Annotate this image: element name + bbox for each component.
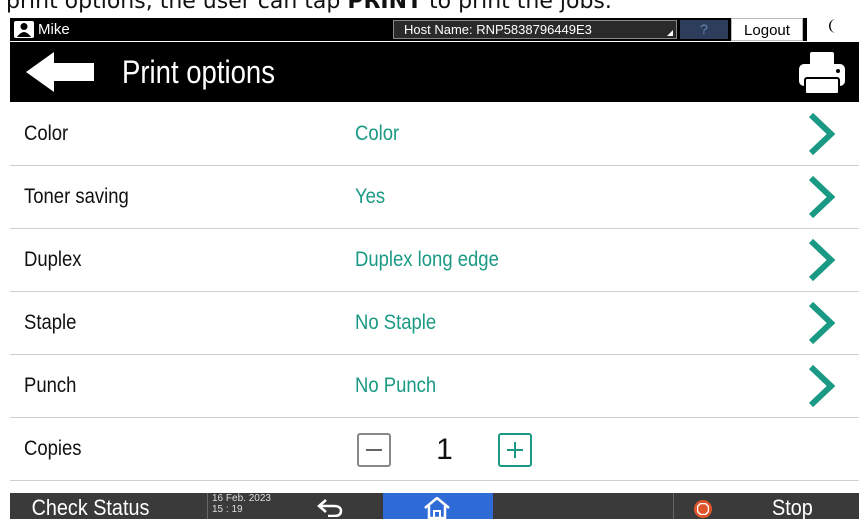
top-bar: Mike Host Name: RNP5838796449E3 ? Logout xyxy=(10,18,859,41)
chevron-right-icon[interactable] xyxy=(806,238,838,282)
host-name-label: Host Name: RNP5838796449E3 xyxy=(404,22,592,37)
user-name: Mike xyxy=(38,21,70,38)
stop-button[interactable]: Stop xyxy=(673,493,859,520)
decrement-button[interactable] xyxy=(357,433,391,467)
page-header: Print options xyxy=(10,42,859,102)
chevron-right-icon[interactable] xyxy=(806,301,838,345)
page-title: Print options xyxy=(122,54,275,90)
chevron-right-icon[interactable] xyxy=(806,364,838,408)
host-name-field[interactable]: Host Name: RNP5838796449E3 xyxy=(393,20,677,39)
copies-label: Copies xyxy=(24,437,82,460)
resize-corner-icon xyxy=(667,30,673,36)
option-value: No Staple xyxy=(355,311,437,334)
option-label: Duplex xyxy=(24,248,82,271)
stop-icon xyxy=(694,500,712,518)
chevron-right-icon[interactable] xyxy=(806,112,838,156)
option-row-punch[interactable]: Punch No Punch xyxy=(10,355,859,418)
back-arrow-icon[interactable] xyxy=(24,50,96,94)
option-row-copies: Copies 1 xyxy=(10,418,859,481)
home-button[interactable] xyxy=(383,493,493,519)
option-label: Staple xyxy=(24,311,77,334)
option-value: Duplex long edge xyxy=(355,248,499,271)
option-label: Punch xyxy=(24,374,77,397)
undo-icon[interactable] xyxy=(316,497,344,517)
option-value: Yes xyxy=(355,185,386,208)
print-options-list: Color Color Toner saving Yes Duplex Dupl… xyxy=(10,103,859,481)
copies-stepper: 1 xyxy=(357,432,532,468)
option-value: No Punch xyxy=(355,374,437,397)
option-row-color[interactable]: Color Color xyxy=(10,103,859,166)
option-row-toner-saving[interactable]: Toner saving Yes xyxy=(10,166,859,229)
help-button[interactable]: ? xyxy=(680,20,728,39)
moon-icon xyxy=(829,19,836,33)
check-status-button[interactable]: Check Status xyxy=(10,493,181,520)
user-indicator[interactable]: Mike xyxy=(14,20,70,39)
printer-icon[interactable] xyxy=(796,50,848,96)
option-label: Color xyxy=(24,122,69,145)
date-label: 16 Feb. 2023 xyxy=(212,493,271,504)
option-label: Toner saving xyxy=(24,185,129,208)
instruction-caption: print options, the user can tap PRINT to… xyxy=(6,0,612,14)
bottom-bar: Check Status 16 Feb. 2023 15 : 19 Stop xyxy=(10,493,859,520)
home-icon xyxy=(424,497,450,519)
chevron-right-icon[interactable] xyxy=(806,175,838,219)
option-row-duplex[interactable]: Duplex Duplex long edge xyxy=(10,229,859,292)
date-time: 16 Feb. 2023 15 : 19 xyxy=(207,493,271,519)
user-icon xyxy=(14,21,34,38)
option-value: Color xyxy=(355,122,400,145)
option-row-staple[interactable]: Staple No Staple xyxy=(10,292,859,355)
increment-button[interactable] xyxy=(498,433,532,467)
logout-button[interactable]: Logout xyxy=(731,18,803,41)
energy-saver-button[interactable] xyxy=(807,18,859,41)
time-label: 15 : 19 xyxy=(212,504,243,515)
copies-value: 1 xyxy=(436,433,453,466)
